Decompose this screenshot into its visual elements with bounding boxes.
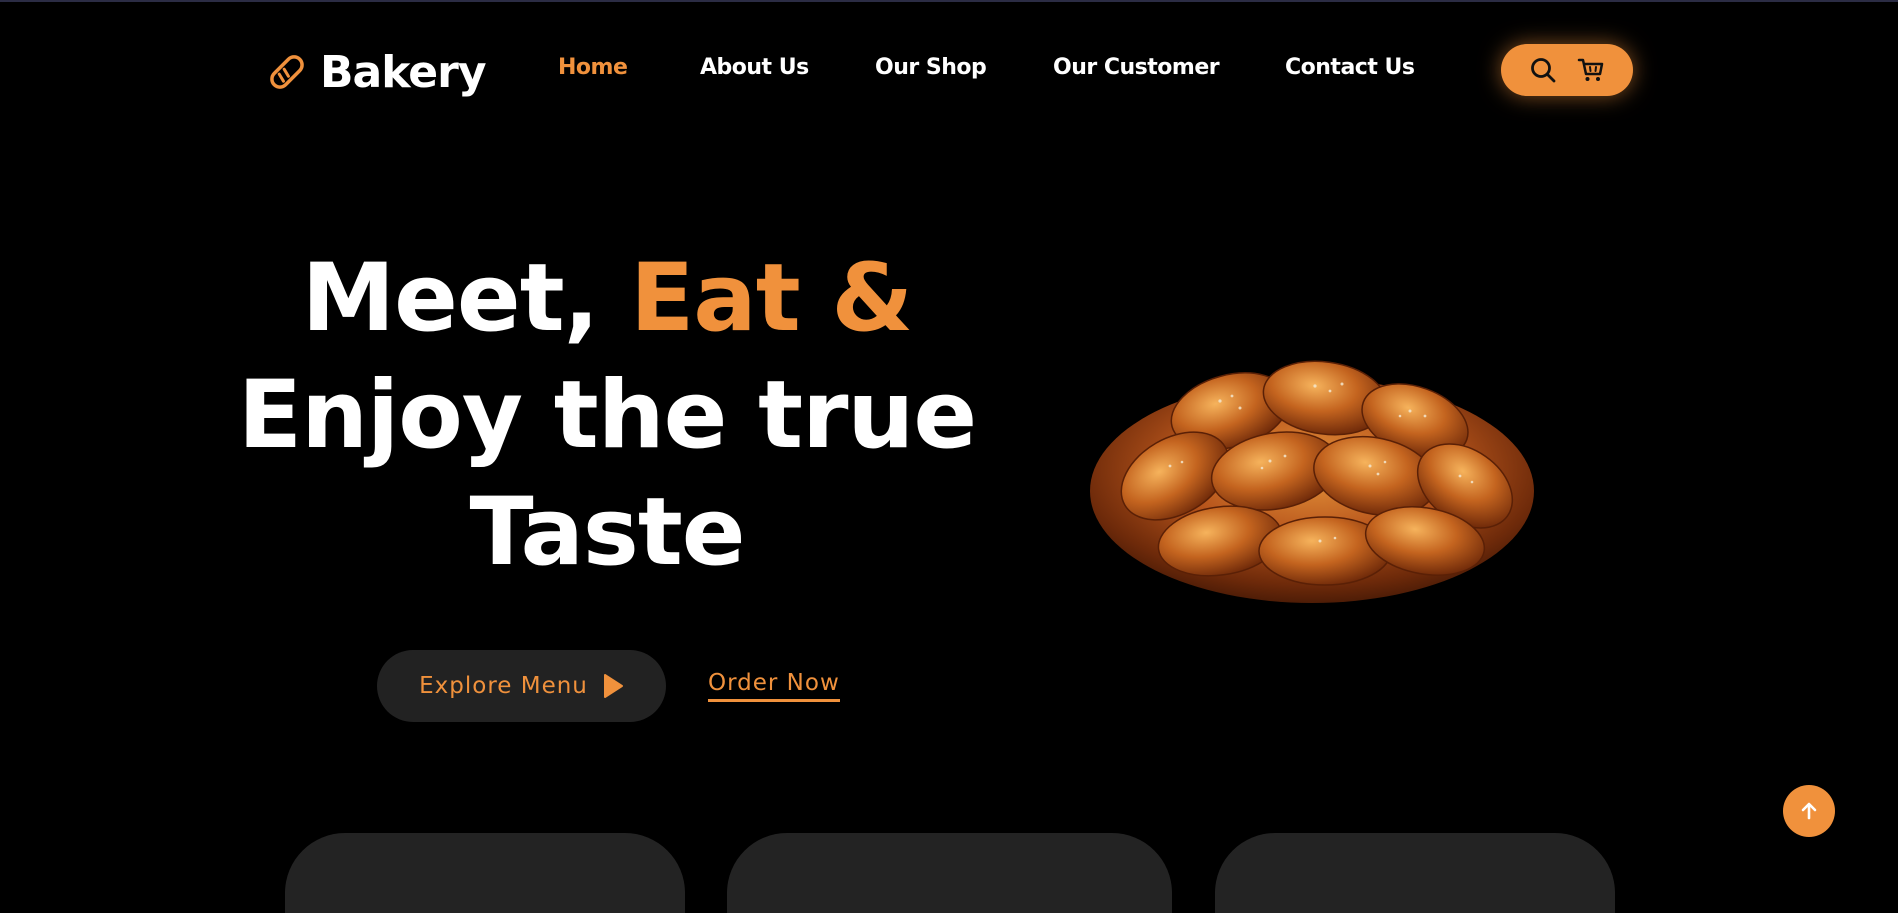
arrow-up-icon [1801, 802, 1817, 820]
hero-line1-white: Meet, [301, 244, 631, 353]
explore-menu-button[interactable]: Explore Menu [377, 650, 666, 722]
nav-link-our-shop[interactable]: Our Shop [875, 55, 987, 80]
nav-link-contact-us[interactable]: Contact Us [1285, 55, 1415, 80]
feature-card [285, 833, 685, 913]
braided-bread-image [1090, 360, 1534, 603]
bread-loaf-icon [270, 55, 304, 89]
search-icon[interactable] [1529, 56, 1557, 84]
nav-link-our-customer[interactable]: Our Customer [1053, 55, 1220, 80]
logo[interactable]: Bakery [266, 44, 487, 100]
brand-name: Bakery [320, 46, 487, 98]
hero-heading: Meet, Eat & Enjoy the true Taste [220, 240, 994, 591]
explore-menu-label: Explore Menu [419, 673, 588, 699]
header-actions [1501, 44, 1633, 96]
order-now-link[interactable]: Order Now [708, 670, 840, 702]
play-icon [603, 674, 623, 698]
navbar: Bakery Home About Us Our Shop Our Custom… [0, 0, 1898, 140]
hero-line2: Enjoy the true [237, 361, 977, 470]
feature-card [1215, 833, 1615, 913]
nav-link-about-us[interactable]: About Us [700, 55, 809, 80]
nav-link-home[interactable]: Home [558, 55, 628, 80]
hero-line1-accent: Eat & [630, 244, 913, 353]
feature-card [727, 833, 1172, 913]
hero-line3: Taste [469, 478, 745, 587]
scroll-to-top-button[interactable] [1783, 785, 1835, 837]
cart-icon[interactable] [1577, 56, 1605, 84]
